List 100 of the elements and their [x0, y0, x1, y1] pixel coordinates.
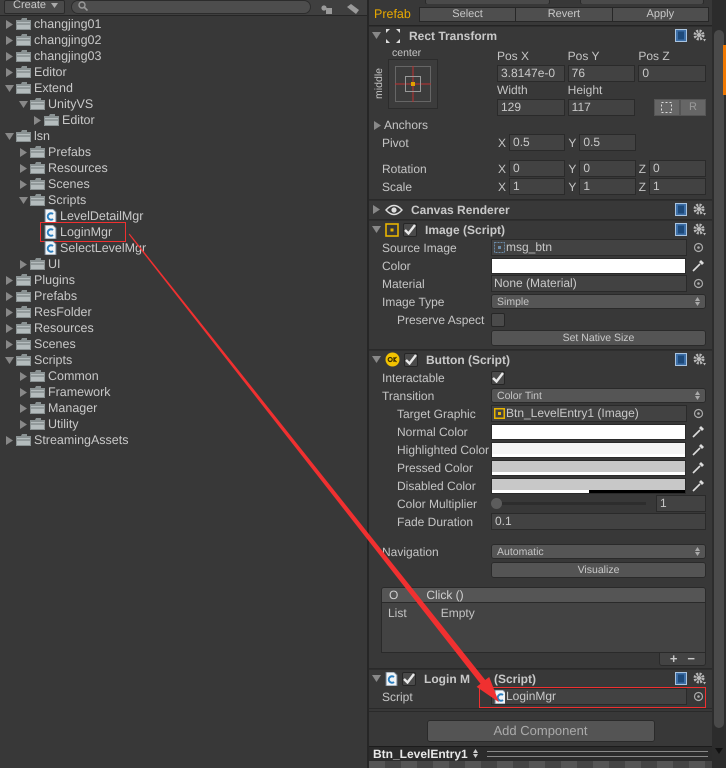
expand-arrow-icon[interactable] [19, 388, 28, 396]
folder-item[interactable]: ResFolder [34, 304, 92, 320]
component-header[interactable]: Canvas Renderer [369, 200, 712, 219]
folder-item[interactable]: Editor [62, 112, 95, 128]
input-field[interactable]: 0 [579, 160, 636, 178]
expand-arrow-icon[interactable] [19, 180, 28, 188]
input-field[interactable]: 1 [656, 495, 706, 512]
dropdown[interactable]: Automatic [491, 544, 706, 560]
expand-arrow-icon[interactable] [372, 205, 381, 214]
drag-handle[interactable] [486, 750, 708, 757]
expand-arrow-icon[interactable] [19, 372, 28, 380]
input-field[interactable]: 0.5 [509, 134, 566, 152]
anchor-preset-button[interactable] [388, 58, 438, 109]
dropdown[interactable]: Color Tint [491, 388, 706, 404]
expand-arrow-icon[interactable] [5, 308, 14, 316]
input-field[interactable]: 0.1 [491, 513, 706, 530]
folder-item[interactable]: StreamingAssets [34, 432, 128, 448]
object-field[interactable]: LoginMgr [491, 688, 687, 706]
add-button[interactable]: + [668, 652, 680, 665]
expand-arrow-icon[interactable] [19, 164, 28, 172]
prefab-button[interactable]: Select [418, 6, 516, 22]
folder-item[interactable]: Resources [34, 320, 94, 336]
folder-item[interactable]: Prefabs [34, 288, 78, 304]
input-field[interactable]: 0 [509, 160, 566, 178]
collapse-arrow-icon[interactable] [372, 225, 381, 234]
folder-item[interactable]: Prefabs [48, 144, 92, 160]
color-swatch[interactable] [491, 258, 686, 274]
color-swatch[interactable] [491, 442, 686, 458]
folder-item[interactable]: changjing03 [34, 48, 102, 64]
collapse-arrow-icon[interactable] [19, 100, 28, 108]
action-button[interactable]: Set Native Size [491, 330, 706, 346]
component-header[interactable]: Rect Transform [369, 26, 712, 45]
blueprint-mode-button[interactable] [654, 98, 680, 116]
object-field[interactable]: Btn_LevelEntry1 (Image) [491, 405, 687, 422]
folder-item[interactable]: Plugins [34, 272, 75, 288]
folder-item[interactable]: Editor [34, 64, 67, 80]
folder-item[interactable]: lsn [34, 128, 50, 144]
collapse-arrow-icon[interactable] [372, 31, 381, 40]
slider-thumb[interactable] [491, 498, 502, 510]
expand-arrow-icon[interactable] [373, 120, 382, 130]
expand-arrow-icon[interactable] [5, 340, 14, 348]
folder-item[interactable]: Extend [34, 80, 73, 96]
expand-arrow-icon[interactable] [5, 20, 14, 28]
enable-checkbox[interactable] [402, 672, 416, 686]
scrollbar[interactable] [712, 0, 726, 768]
expand-arrow-icon[interactable] [5, 52, 14, 60]
script-item[interactable]: LoginMgr [60, 224, 112, 240]
expand-arrow-icon[interactable] [19, 404, 28, 412]
folder-item[interactable]: Scenes [48, 176, 90, 192]
folder-item[interactable]: Manager [48, 400, 98, 416]
checkbox[interactable] [491, 312, 505, 327]
input-field[interactable]: 0.5 [579, 134, 636, 152]
component-header[interactable]: Button (Script) [369, 350, 712, 369]
color-swatch[interactable] [491, 424, 686, 440]
expand-arrow-icon[interactable] [5, 276, 14, 284]
input-field[interactable]: 0 [638, 64, 706, 82]
folder-item[interactable]: changjing01 [34, 16, 102, 32]
collapse-arrow-icon[interactable] [372, 674, 381, 684]
dropdown[interactable]: Simple [491, 294, 706, 310]
remove-button[interactable]: − [685, 652, 697, 665]
expand-arrow-icon[interactable] [5, 36, 14, 44]
collapse-arrow-icon[interactable] [5, 132, 14, 140]
input-field[interactable]: 1 [649, 178, 706, 196]
folder-item[interactable]: Scripts [48, 192, 86, 208]
action-button[interactable]: Visualize [491, 562, 706, 578]
color-swatch[interactable] [491, 478, 686, 494]
object-field[interactable]: msg_btn [491, 239, 687, 256]
folder-item[interactable]: Common [48, 368, 99, 384]
input-field[interactable]: 3.8147e-0 [497, 64, 565, 82]
folder-item[interactable]: Framework [48, 384, 111, 400]
expand-arrow-icon[interactable] [5, 324, 14, 332]
folder-item[interactable]: Utility [48, 416, 79, 432]
collapse-arrow-icon[interactable] [5, 84, 14, 92]
collapse-arrow-icon[interactable] [372, 355, 381, 364]
enable-checkbox[interactable] [404, 352, 418, 367]
expand-arrow-icon[interactable] [19, 148, 28, 156]
expand-arrow-icon[interactable] [5, 68, 14, 76]
input-field[interactable]: 129 [497, 98, 565, 116]
enable-checkbox[interactable] [403, 222, 417, 237]
folder-item[interactable]: changjing02 [34, 32, 102, 48]
collapse-arrow-icon[interactable] [19, 196, 28, 204]
search-field[interactable] [71, 0, 311, 14]
collapse-arrow-icon[interactable] [5, 356, 14, 364]
object-field[interactable]: None (Material) [491, 275, 687, 292]
scroll-thumb[interactable] [714, 30, 724, 728]
prefab-button[interactable]: Apply [612, 6, 710, 22]
expand-arrow-icon[interactable] [5, 436, 14, 444]
expand-arrow-icon[interactable] [19, 420, 28, 428]
input-field[interactable]: 117 [568, 98, 636, 116]
prefab-button[interactable]: Revert [515, 6, 613, 22]
input-field[interactable]: 1 [509, 178, 566, 196]
expand-arrow-icon[interactable] [33, 116, 42, 124]
folder-item[interactable]: Resources [48, 160, 108, 176]
script-item[interactable]: LevelDetailMgr [60, 208, 144, 224]
expand-arrow-icon[interactable] [19, 260, 28, 268]
checkbox[interactable] [491, 370, 505, 385]
color-swatch[interactable] [491, 460, 686, 476]
folder-item[interactable]: Scenes [34, 336, 76, 352]
folder-item[interactable]: UnityVS [48, 96, 94, 112]
folder-item[interactable]: Scripts [34, 352, 72, 368]
